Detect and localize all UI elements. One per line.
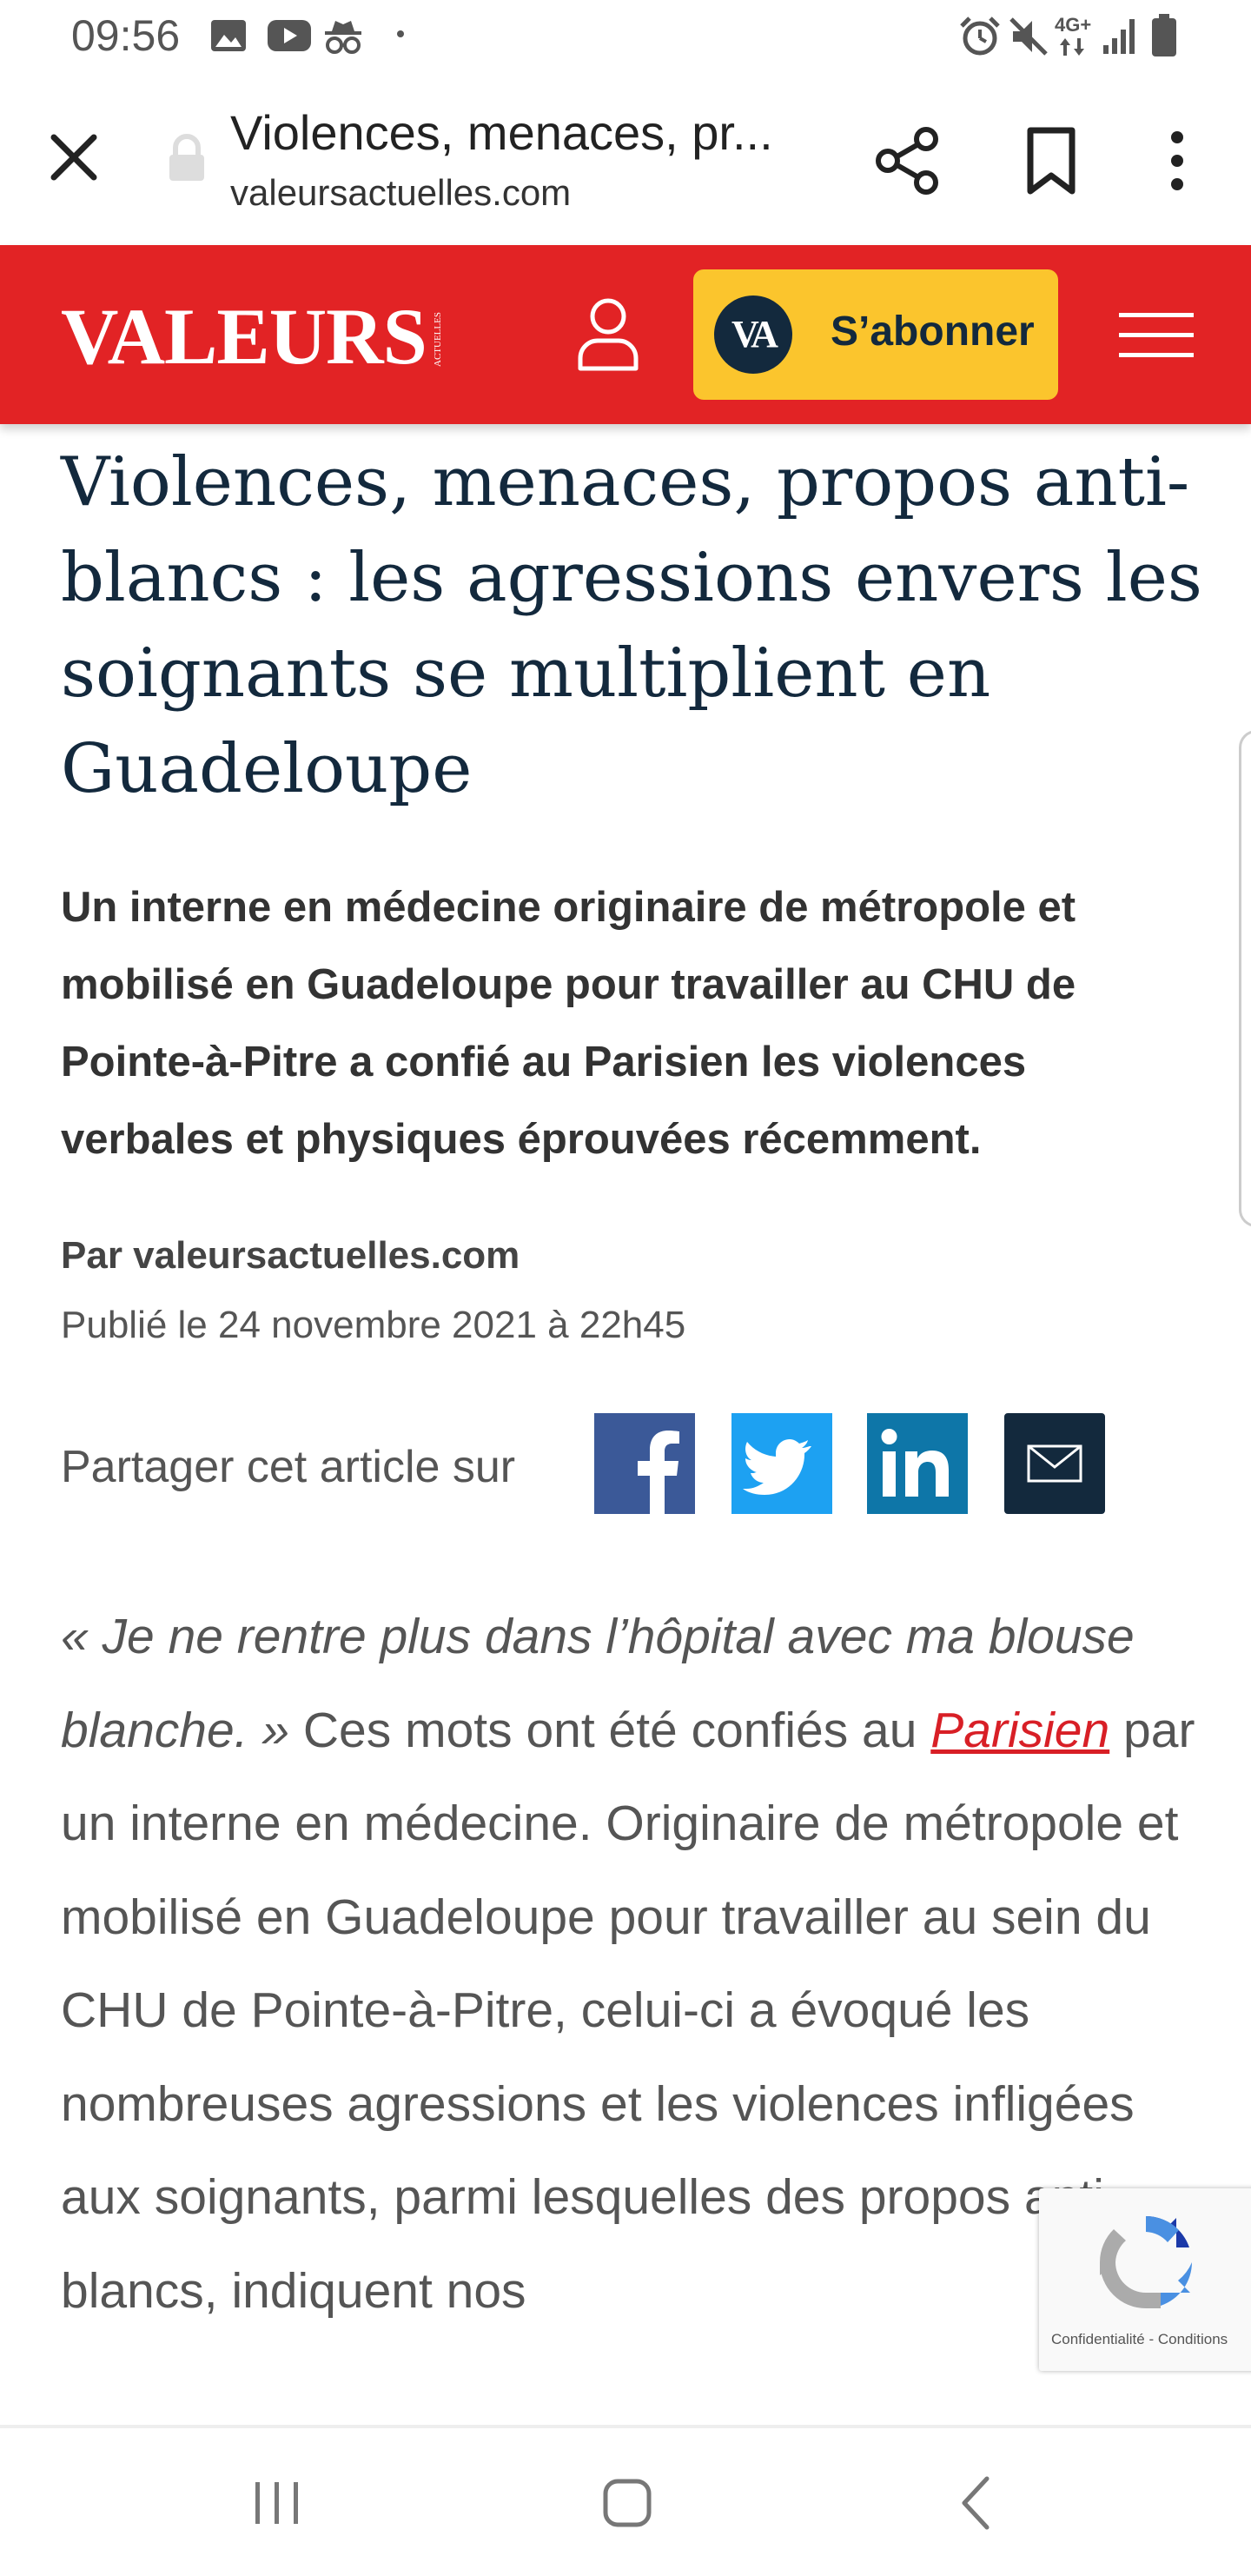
site-header: VALEURS ACTUELLES VA S’abonner [0,245,1251,424]
share-label: Partager cet article sur [61,1442,516,1492]
home-icon[interactable] [601,2477,653,2529]
more-options-icon[interactable] [1155,122,1199,200]
linkedin-share-icon[interactable] [867,1413,968,1514]
page-url[interactable]: valeursactuelles.com [230,172,571,214]
subscribe-button[interactable]: VA S’abonner [693,269,1058,400]
parisien-link[interactable]: Parisien [930,1703,1109,1758]
alarm-icon [960,17,1000,56]
article-lead: Un interne en médecine originaire de mét… [61,884,1076,1163]
youtube-icon [268,20,311,51]
network-4g-icon: 4G+ [1055,14,1091,56]
battery-icon [1152,14,1176,56]
body-text-2: par un interne en médecine. Originaire d… [61,1702,1195,2319]
article-date: Publié le 24 novembre 2021 à 22h45 [61,1304,686,1346]
back-icon[interactable] [957,2473,992,2533]
body-text-1: Ces mots ont été confiés au [289,1702,931,1758]
logo-subtitle: ACTUELLES [433,312,443,367]
facebook-share-icon[interactable] [594,1413,695,1514]
page-title: Violences, menaces, pr... [230,105,773,160]
site-logo[interactable]: VALEURS [61,290,427,382]
svg-text:4G+: 4G+ [1055,14,1091,36]
article-headline: Violences, menaces, propos anti-blancs :… [61,443,1202,808]
share-icon[interactable] [869,122,947,200]
system-nav-bar [0,2425,1251,2576]
close-icon[interactable] [43,127,104,188]
browser-toolbar: Violences, menaces, pr... valeursactuell… [0,78,1251,245]
subscribe-label: S’abonner [831,309,1035,355]
twitter-share-icon[interactable] [731,1413,832,1514]
recaptcha-icon [1100,2216,1192,2308]
user-account-icon[interactable] [575,294,641,372]
lock-icon [169,134,204,181]
article-body: « Je ne rentre plus dans l’hôpital avec … [61,1590,1208,2338]
mute-icon [1009,17,1048,56]
signal-icon [1103,19,1135,54]
bookmark-icon[interactable] [1016,122,1086,200]
email-share-icon[interactable] [1004,1413,1105,1514]
status-bar: 09:56 4G+ [0,0,1251,78]
gallery-icon [211,20,246,51]
recaptcha-links[interactable]: Confidentialité - Conditions [1051,2331,1228,2348]
scroll-indicator[interactable] [1239,730,1251,1227]
va-badge: VA [714,295,792,374]
incognito-icon [325,21,361,54]
recaptcha-badge[interactable]: Confidentialité - Conditions [1039,2188,1251,2371]
svg-text:ACTUELLES: ACTUELLES [433,312,443,367]
hamburger-menu-icon[interactable] [1119,311,1194,360]
recent-apps-icon[interactable] [252,2479,302,2527]
dot-icon [397,30,404,37]
article-byline: Par valeursactuelles.com [61,1234,520,1277]
status-time: 09:56 [71,11,181,60]
